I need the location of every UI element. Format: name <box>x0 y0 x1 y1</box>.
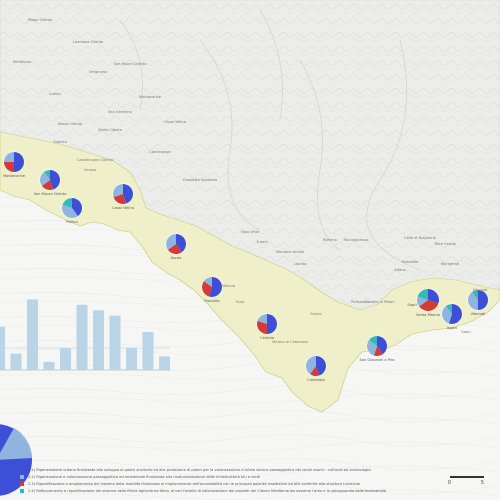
place-name: Sapri <box>461 330 471 334</box>
town-label: Pollica <box>66 220 78 224</box>
town-label: Ascea <box>170 256 182 260</box>
place-name: Montecorice <box>138 95 162 99</box>
place-name: Scario <box>310 312 322 316</box>
place-name: Morigerati <box>440 262 460 266</box>
place-name: Alfano <box>394 268 406 272</box>
place-name: Casaletto Spartano <box>182 178 218 182</box>
place-name: Rofrano <box>323 238 337 242</box>
town-pie[interactable] <box>61 197 83 219</box>
chart-bar <box>126 348 137 370</box>
place-name: San Mauro Cilento <box>113 62 147 66</box>
legend-item: 2.2) Rigenerazione e valorizzazione paes… <box>20 473 490 480</box>
town-pie[interactable] <box>165 233 187 255</box>
chart-bar <box>93 310 104 370</box>
place-name: Celle di Bulgheria <box>404 236 436 240</box>
place-name: Palinuro <box>220 284 236 288</box>
legend-swatch <box>20 481 24 486</box>
place-name: Laureana Cilento <box>72 40 104 44</box>
town-label: Santa Marina <box>416 313 440 317</box>
scale-end: 5 <box>481 480 484 486</box>
place-name: Omignano <box>88 70 108 74</box>
place-name: Montano Antilia <box>275 250 305 254</box>
town-label: Casal Velino <box>112 206 134 210</box>
town-pie[interactable] <box>441 303 463 325</box>
chart-bar <box>60 348 71 370</box>
place-name: Lustra <box>49 92 61 96</box>
place-name: Laurito <box>293 262 307 266</box>
legend-swatch <box>20 474 24 479</box>
place-name: Casal Velino <box>164 120 186 124</box>
town-pie[interactable] <box>467 289 489 311</box>
place-name: Salento <box>53 140 67 144</box>
place-name: Novi Velia <box>241 230 259 234</box>
legend-swatch <box>20 488 24 493</box>
legend: 2.1) Rigenerazione urbana finalizzata al… <box>20 466 490 494</box>
chart-bar <box>159 356 170 370</box>
town-label: Pisciotta <box>204 299 220 303</box>
town-pie[interactable] <box>39 169 61 191</box>
place-name: San Severino <box>108 110 132 114</box>
town-pie[interactable] <box>416 288 440 312</box>
legend-label: 2.4) Rafforzamento e riqualificazione de… <box>28 488 387 493</box>
scale-bar: 0 5 <box>448 474 488 492</box>
place-name: Policastro <box>351 300 369 304</box>
chart-bar <box>27 299 38 370</box>
chart-bar <box>109 315 121 370</box>
place-name: Ceraso <box>83 168 97 172</box>
legend-label: 2.3) Riqualificazione e ampliamento del … <box>28 481 361 486</box>
map-canvas[interactable] <box>0 0 500 500</box>
town-label: Montecorice <box>2 174 26 178</box>
town-label: San Giovanni a Piro <box>359 358 395 362</box>
chart-bar <box>10 353 22 370</box>
place-name: Torre Orsaia <box>434 242 456 246</box>
place-name: Cannalonga <box>149 150 171 154</box>
legend-item: 2.1) Rigenerazione urbana finalizzata al… <box>20 466 490 473</box>
town-pie[interactable] <box>112 183 134 205</box>
legend-label: 2.1) Rigenerazione urbana finalizzata al… <box>28 467 372 472</box>
town-label: Vibonati <box>470 312 486 316</box>
chart-bar <box>142 332 154 370</box>
chart-bar <box>0 326 5 370</box>
chart-bar <box>76 304 88 370</box>
place-name: Marina di Camerota <box>272 340 308 344</box>
town-label: Sapri <box>407 303 417 307</box>
place-name: Caselle in Pittari <box>365 300 395 304</box>
town-pie[interactable] <box>305 355 327 377</box>
place-name: Stella Cilento <box>98 128 122 132</box>
town-pie[interactable] <box>3 151 25 173</box>
place-name: Foria <box>235 300 245 304</box>
town-pie[interactable] <box>256 313 278 335</box>
legend-item: 2.4) Rafforzamento e riqualificazione de… <box>20 487 490 494</box>
place-name: Tortorella <box>401 260 419 264</box>
place-name: Perdifumo <box>12 60 32 64</box>
town-pie[interactable] <box>201 276 223 298</box>
chart-bar <box>43 361 55 370</box>
town-label: San Mauro Cilento <box>33 192 67 196</box>
scale-bar-line <box>450 476 484 478</box>
legend-label: 2.2) Rigenerazione e valorizzazione paes… <box>28 474 261 479</box>
place-name: Castelnuovo Cilento <box>76 158 114 162</box>
place-name: Roccagloriosa <box>343 238 369 242</box>
place-name: Pioppi Cilento <box>27 18 53 22</box>
legend-swatch <box>20 467 24 472</box>
scale-start: 0 <box>448 480 451 486</box>
place-name: Futani <box>256 240 268 244</box>
town-label: Camerota <box>307 378 325 382</box>
place-name: Sessa Cilento <box>57 122 83 126</box>
town-pie[interactable] <box>366 335 388 357</box>
place-name: Vibonati <box>472 288 488 292</box>
legend-item: 2.3) Riqualificazione e ampliamento del … <box>20 480 490 487</box>
town-label: Ispani <box>446 326 458 330</box>
